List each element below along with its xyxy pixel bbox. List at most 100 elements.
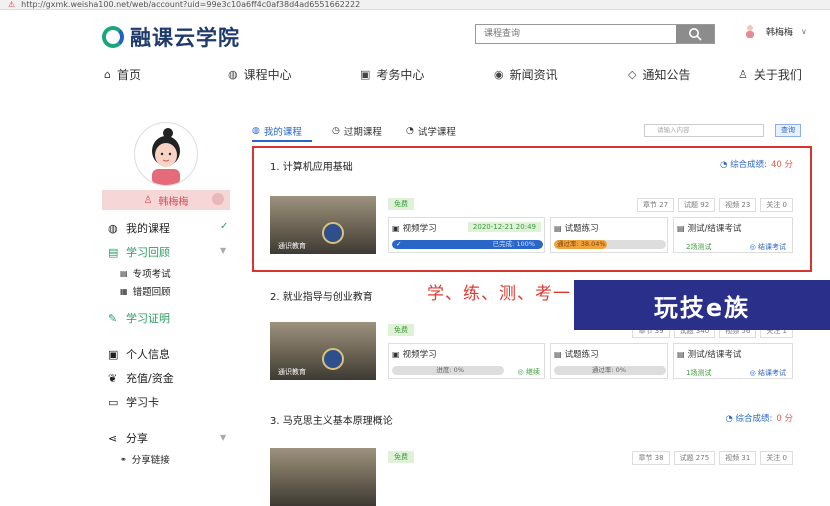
sidebar-item-label: 专项考试 — [132, 269, 171, 280]
sidebar-item-certificate[interactable]: ✎ 学习证明 — [108, 310, 170, 326]
course-title[interactable]: 2. 就业指导与创业教育 — [270, 288, 373, 303]
score-icon: ◔ — [725, 414, 736, 424]
video-progress-text: 进度: 0% — [436, 366, 464, 374]
free-badge: 免费 — [388, 324, 414, 336]
final-exam-link[interactable]: ◎ 结课考试 — [750, 368, 786, 378]
nav-course-center[interactable]: ◍ 课程中心 — [228, 66, 292, 83]
course-filter-button-label: 查询 — [781, 126, 795, 134]
chapters-count: 章节 38 — [632, 451, 670, 465]
logo-text: 融课云学院 — [130, 26, 240, 50]
nav-exam-center[interactable]: ▣ 考务中心 — [360, 66, 424, 83]
sidebar-username-text: 韩梅梅 — [158, 196, 189, 208]
course-thumbnail[interactable] — [270, 448, 376, 506]
clock-icon: ◷ — [332, 126, 340, 136]
chevron-down-icon[interactable]: ▼ — [220, 246, 226, 255]
sidebar-item-label: 学习回顾 — [126, 246, 170, 259]
certificate-icon: ✎ — [108, 311, 118, 325]
course-search — [475, 24, 715, 44]
url-text: http://gxmk.weisha100.net/web/account?ui… — [21, 0, 361, 9]
review-icon: ▤ — [108, 245, 119, 259]
course-filter-input[interactable]: 请输入内容 — [644, 124, 764, 137]
insecure-warning-icon: ⚠ — [8, 0, 16, 9]
nav-label: 通知公告 — [642, 68, 691, 82]
chevron-down-icon: ∨ — [801, 26, 807, 36]
video-study-label: 视频学习 — [402, 350, 437, 360]
chevron-down-icon[interactable]: ▼ — [220, 433, 226, 442]
site-logo[interactable]: 融课云学院 — [102, 22, 240, 52]
sidebar-item-label: 我的课程 — [126, 222, 170, 235]
sidebar-subitem-special-exam[interactable]: ▤ 专项考试 — [120, 266, 171, 281]
school-emblem-icon — [322, 348, 344, 370]
course-filter-placeholder: 请输入内容 — [657, 126, 690, 134]
book-icon: ◍ — [252, 126, 260, 136]
browser-address-bar[interactable]: ⚠ http://gxmk.weisha100.net/web/account?u… — [0, 0, 830, 10]
logo-mark-icon — [102, 26, 124, 48]
exercise-label: 试题练习 — [564, 350, 599, 360]
course-meta: 免费 章节 38 试题 275 视频 31 关注 0 — [388, 451, 793, 465]
continue-link[interactable]: ◎ 继续 — [518, 367, 540, 377]
exercise-box[interactable]: ▤ 试题练习 通过率: 0% — [550, 343, 668, 379]
sidebar-item-profile[interactable]: ▣ 个人信息 — [108, 346, 170, 362]
tab-expired-courses[interactable]: ◷ 过期课程 — [332, 124, 382, 138]
notice-icon: ◇ — [628, 68, 637, 81]
search-button[interactable] — [676, 25, 714, 43]
tab-label: 我的课程 — [263, 127, 302, 138]
nav-home[interactable]: ⌂ 首页 — [104, 66, 141, 83]
course-search-input[interactable] — [476, 25, 676, 43]
course-stats: 章节 38 试题 275 视频 31 关注 0 — [632, 451, 793, 465]
user-icon: ♙ — [143, 194, 153, 206]
test-header: ▤ 测试/结课考试 — [677, 348, 742, 361]
course-tabs: ◍ 我的课程 ◷ 过期课程 ◔ 试学课程 请输入内容 查询 — [252, 124, 812, 142]
course-title[interactable]: 3. 马克思主义基本原理概论 — [270, 412, 393, 427]
score-value: 0 分 — [776, 414, 793, 424]
list-icon: ▦ — [120, 286, 128, 296]
test-count[interactable]: 1场测试 — [686, 368, 711, 378]
nav-about[interactable]: ♙ 关于我们 — [738, 66, 802, 83]
test-label: 测试/结课考试 — [687, 350, 742, 360]
exercise-icon: ▤ — [554, 349, 562, 359]
exercise-header: ▤ 试题练习 — [554, 348, 599, 361]
nav-label: 考务中心 — [376, 68, 425, 82]
score-label: 综合成绩: — [735, 414, 773, 424]
nav-notices[interactable]: ◇ 通知公告 — [628, 66, 690, 83]
course-thumbnail[interactable]: 通识教育 — [270, 322, 376, 380]
card-icon: ▭ — [108, 395, 119, 409]
sidebar-item-share[interactable]: ⋖ 分享 — [108, 430, 148, 446]
id-card-icon: ▣ — [108, 347, 119, 361]
sidebar-item-study-card[interactable]: ▭ 学习卡 — [108, 394, 159, 410]
news-icon: ◉ — [494, 68, 504, 81]
home-icon: ⌂ — [104, 68, 111, 81]
sidebar-item-label: 分享链接 — [131, 455, 170, 466]
course-filter-button[interactable]: 查询 — [775, 124, 801, 137]
sidebar-subitem-wrong-questions[interactable]: ▦ 错题回顾 — [120, 284, 171, 299]
nav-news[interactable]: ◉ 新闻资讯 — [494, 66, 558, 83]
sidebar-username: ♙ 韩梅梅 — [102, 190, 230, 210]
video-study-box[interactable]: ▣ 视频学习 进度: 0% ◎ 继续 — [388, 343, 545, 379]
avatar[interactable] — [134, 122, 198, 186]
nav-label: 首页 — [116, 68, 141, 82]
exam-icon: ▣ — [360, 68, 371, 81]
nav-label: 关于我们 — [753, 68, 802, 82]
sidebar-item-recharge[interactable]: ❦ 充值/资金 — [108, 370, 174, 386]
sidebar-item-label: 学习卡 — [126, 396, 159, 409]
tab-trial-courses[interactable]: ◔ 试学课程 — [406, 124, 456, 138]
avatar-illustration — [152, 128, 180, 185]
about-icon: ♙ — [738, 68, 748, 81]
sidebar-item-label: 学习证明 — [126, 312, 170, 325]
follow-count[interactable]: 关注 0 — [760, 451, 793, 465]
course-score: ◔ 综合成绩: 0 分 — [725, 412, 793, 424]
user-menu[interactable]: 韩梅梅 ∨ — [744, 24, 807, 38]
account-sidebar: ♙ 韩梅梅 ◍ 我的课程 ✓ ▤ 学习回顾 ▼ ▤ 专项考试 ▦ 错题回顾 ✎ 学习证明 ▣… — [102, 120, 232, 466]
check-icon: ✓ — [220, 221, 229, 232]
video-study-header: ▣ 视频学习 — [392, 348, 437, 361]
sidebar-item-label: 充值/资金 — [126, 372, 174, 385]
wallet-icon: ❦ — [108, 371, 118, 385]
user-avatar-icon — [746, 25, 754, 38]
sidebar-item-review[interactable]: ▤ 学习回顾 — [108, 244, 170, 260]
share-icon: ⋖ — [108, 431, 118, 445]
sidebar-subitem-share-link[interactable]: ⚭ 分享链接 — [120, 452, 170, 467]
exercise-progress-text: 通过率: 0% — [591, 366, 626, 374]
tab-my-courses[interactable]: ◍ 我的课程 — [252, 124, 302, 138]
sidebar-item-my-courses[interactable]: ◍ 我的课程 — [108, 220, 170, 236]
user-name: 韩梅梅 — [766, 27, 794, 38]
